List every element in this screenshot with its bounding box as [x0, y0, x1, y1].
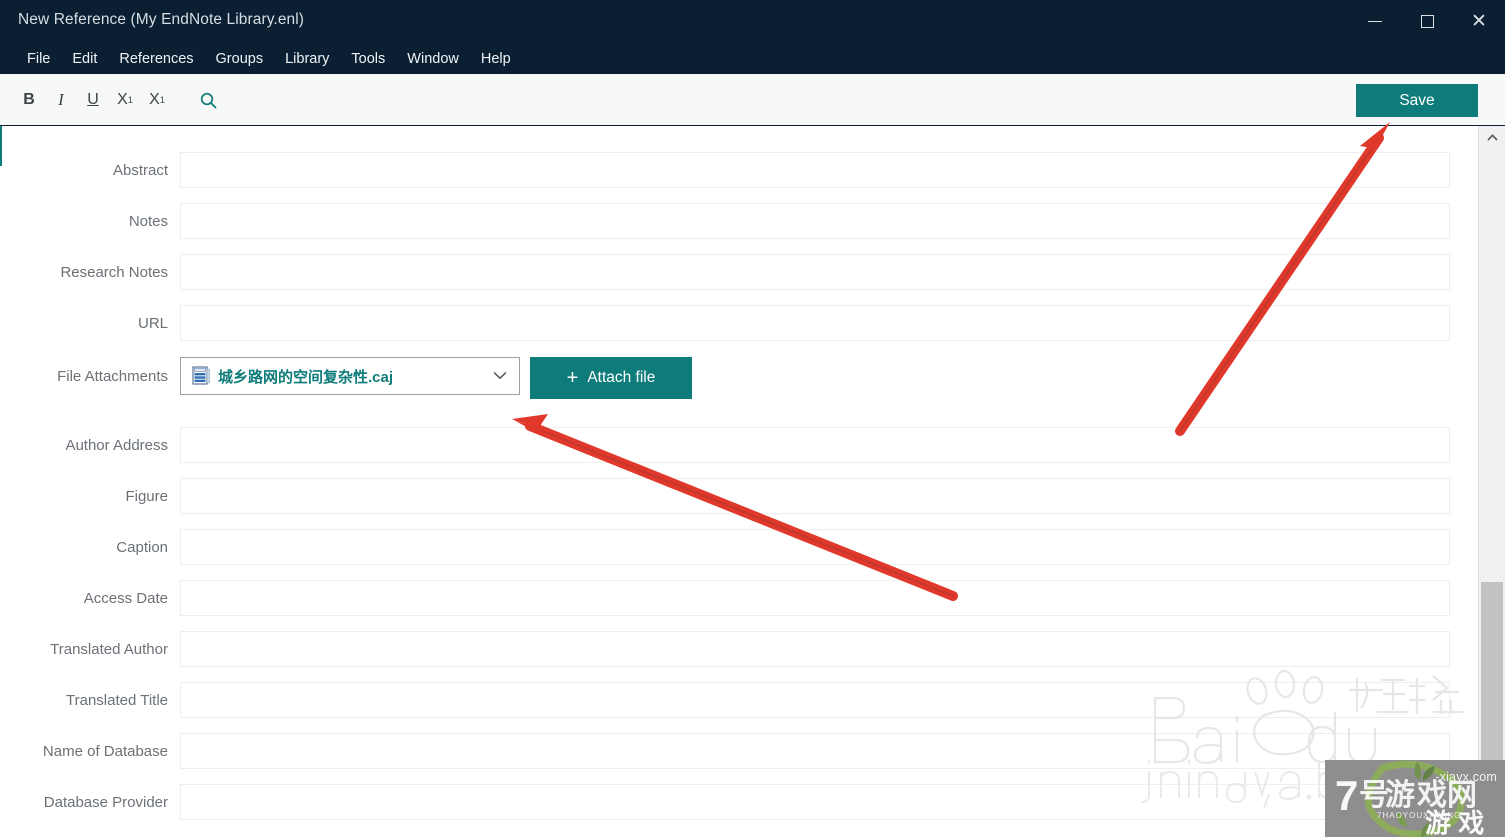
form-row-access-date: Access Date — [0, 578, 1478, 629]
form-row-keywords: Keywords — [0, 126, 1478, 139]
search-button[interactable] — [193, 85, 223, 115]
field-input-author-address[interactable] — [180, 427, 1450, 463]
chevron-up-icon — [1486, 133, 1498, 141]
close-button[interactable]: ✕ — [1453, 0, 1505, 43]
field-label-translated-title: Translated Title — [66, 692, 168, 709]
field-label-url: URL — [137, 315, 168, 332]
field-label-research-notes: Research Notes — [60, 264, 168, 281]
field-input-database-provider[interactable] — [180, 784, 1450, 820]
logo-pinyin: 7HAOYOUXIWANG — [1377, 811, 1461, 820]
field-input-translated-author[interactable] — [180, 631, 1450, 667]
active-field-edge-marker — [0, 126, 2, 166]
endnote-new-reference-window: New Reference (My EndNote Library.enl) ✕… — [0, 0, 1505, 837]
superscript-button[interactable]: X1 — [110, 85, 140, 115]
field-label-access-date: Access Date — [83, 590, 168, 607]
menu-item-groups[interactable]: Groups — [205, 48, 275, 70]
field-input-notes[interactable] — [180, 203, 1450, 239]
save-button[interactable]: Save — [1356, 84, 1478, 117]
superscript-mark: 1 — [127, 95, 133, 105]
menu-item-library[interactable]: Library — [274, 48, 340, 70]
field-label-notes: Notes — [128, 213, 168, 230]
menu-item-edit[interactable]: Edit — [61, 48, 108, 70]
form-row-author-address: Author Address — [0, 425, 1478, 476]
superscript-base: X — [117, 91, 128, 108]
formatting-toolbar: B I U X1 X1 — [0, 74, 1505, 126]
form-row-caption: Caption — [0, 527, 1478, 578]
form-row-database-provider: Database Provider — [0, 782, 1478, 833]
svg-text:游: 游 — [1385, 779, 1415, 812]
vertical-scrollbar[interactable] — [1478, 126, 1505, 837]
attachment-select[interactable]: 城乡路网的空间复杂性.caj — [180, 357, 520, 395]
form-row-research-notes: Research Notes — [0, 252, 1478, 303]
scroll-up-button[interactable] — [1479, 126, 1505, 148]
close-icon: ✕ — [1471, 11, 1487, 32]
caj-document-icon — [192, 366, 210, 385]
form-row-translated-title: Translated Title — [0, 680, 1478, 731]
field-input-url[interactable] — [180, 305, 1450, 341]
window-titlebar: New Reference (My EndNote Library.enl) ✕ — [0, 0, 1505, 43]
watermark-domain: -xiayx.com — [1435, 770, 1497, 784]
field-label-caption: Caption — [116, 539, 168, 556]
text-format-group: B I U X1 X1 — [14, 74, 174, 126]
form-row-figure: Figure — [0, 476, 1478, 527]
italic-button[interactable]: I — [46, 85, 76, 115]
form-row-name-of-database: Name of Database — [0, 731, 1478, 782]
menu-item-tools[interactable]: Tools — [340, 48, 396, 70]
maximize-icon — [1420, 15, 1434, 28]
field-input-name-of-database[interactable] — [180, 733, 1450, 769]
site-logo-overlay-watermark: 7 号 游 戏 网 游 戏 7HAOYOUXIWANG -xiayx.com — [1325, 760, 1505, 837]
reference-fields-form: Keywords Abstract Notes Research Notes U… — [0, 126, 1478, 837]
minimize-button[interactable] — [1349, 0, 1401, 43]
field-label-database-provider: Database Provider — [43, 794, 168, 811]
form-row-url: URL — [0, 303, 1478, 354]
form-row-translated-author: Translated Author — [0, 629, 1478, 680]
window-controls: ✕ — [1349, 0, 1505, 43]
field-input-access-date[interactable] — [180, 580, 1450, 616]
field-input-figure[interactable] — [180, 478, 1450, 514]
subscript-mark: 1 — [159, 95, 165, 105]
attachment-filename-ext: .caj — [368, 368, 394, 386]
chevron-down-icon — [493, 367, 507, 385]
form-row-abstract: Abstract — [0, 150, 1478, 201]
search-icon — [200, 92, 216, 108]
attachment-filename: 城乡路网的空间复杂性.caj — [218, 366, 393, 387]
menubar: File Edit References Groups Library Tool… — [0, 43, 1505, 74]
subscript-button[interactable]: X1 — [142, 85, 172, 115]
field-label-figure: Figure — [125, 488, 168, 505]
minimize-icon — [1368, 20, 1382, 23]
subscript-base: X — [149, 91, 160, 108]
menu-item-file[interactable]: File — [16, 48, 61, 70]
svg-text:7: 7 — [1335, 772, 1358, 819]
field-input-caption[interactable] — [180, 529, 1450, 565]
form-row-file-attachments: File Attachments 城乡路网的空间复杂性.caj + Attach… — [0, 356, 1478, 410]
field-label-name-of-database: Name of Database — [42, 743, 168, 760]
window-title: New Reference (My EndNote Library.enl) — [18, 11, 305, 28]
underline-button[interactable]: U — [78, 85, 108, 115]
field-label-author-address: Author Address — [65, 437, 168, 454]
menu-item-references[interactable]: References — [108, 48, 204, 70]
maximize-button[interactable] — [1401, 0, 1453, 43]
menu-item-window[interactable]: Window — [396, 48, 470, 70]
field-input-abstract[interactable] — [180, 152, 1450, 188]
menu-item-help[interactable]: Help — [470, 48, 522, 70]
field-input-translated-title[interactable] — [180, 682, 1450, 718]
attachment-filename-base: 城乡路网的空间复杂性 — [218, 368, 369, 386]
field-label-file-attachments: File Attachments — [57, 368, 168, 385]
field-label-abstract: Abstract — [112, 162, 168, 179]
field-input-research-notes[interactable] — [180, 254, 1450, 290]
attach-file-button[interactable]: + Attach file — [530, 357, 692, 399]
plus-icon: + — [566, 367, 579, 389]
bold-button[interactable]: B — [14, 85, 44, 115]
attach-file-button-label: Attach file — [587, 369, 656, 386]
field-label-translated-author: Translated Author — [50, 641, 168, 658]
form-row-notes: Notes — [0, 201, 1478, 252]
